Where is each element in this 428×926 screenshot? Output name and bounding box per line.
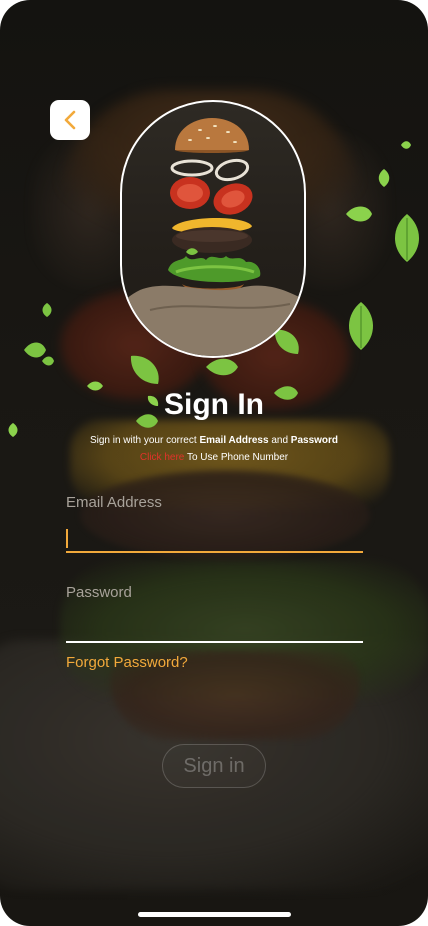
back-button[interactable]	[50, 100, 90, 140]
subtitle-and: and	[268, 435, 291, 446]
leaf-icon	[348, 302, 374, 350]
leaf-icon	[401, 141, 411, 149]
page-subtitle: Sign in with your correct Email Address …	[0, 434, 428, 448]
burger-hero-image	[120, 100, 306, 358]
sign-in-button[interactable]: Sign in	[162, 744, 266, 788]
leaf-icon	[42, 303, 52, 317]
sign-in-screen: Sign In Sign in with your correct Email …	[0, 0, 428, 926]
password-label: Password	[66, 584, 132, 601]
phone-login-link[interactable]: Click here	[140, 452, 184, 463]
password-underline	[66, 641, 363, 643]
text-caret	[66, 529, 68, 548]
home-indicator	[138, 912, 291, 917]
leaf-icon	[42, 356, 54, 366]
email-field[interactable]	[66, 523, 363, 553]
subtitle-password-emphasis: Password	[290, 435, 339, 446]
leaf-icon	[206, 358, 238, 376]
burger-illustration	[122, 118, 304, 356]
leaf-icon	[346, 206, 372, 222]
forgot-password-link[interactable]: Forgot Password?	[66, 654, 188, 671]
chevron-left-icon	[64, 110, 76, 130]
phone-login-hint: Click here To Use Phone Number	[0, 451, 428, 465]
email-label: Email Address	[66, 494, 162, 511]
page-title: Sign In	[164, 388, 264, 421]
leaf-icon	[130, 355, 159, 384]
subtitle-text: Sign in with your correct	[89, 435, 200, 446]
subtitle-email-emphasis: Email Address	[199, 435, 269, 446]
email-underline	[66, 551, 363, 553]
phone-login-text: To Use Phone Number	[184, 452, 289, 463]
leaf-icon	[378, 169, 390, 187]
leaf-icon	[24, 342, 46, 358]
leaf-icon	[394, 214, 420, 262]
password-field[interactable]	[66, 609, 363, 639]
